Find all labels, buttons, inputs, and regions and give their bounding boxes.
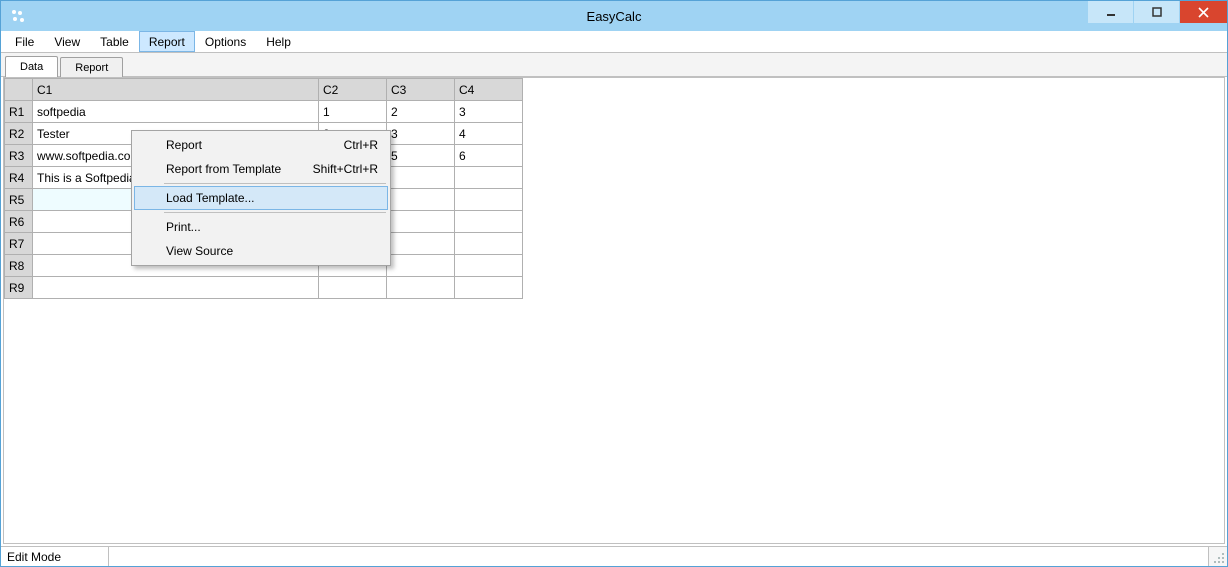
row-header-r1[interactable]: R1 <box>5 101 33 123</box>
cell[interactable] <box>33 277 319 299</box>
col-header-c4[interactable]: C4 <box>455 79 523 101</box>
cell[interactable] <box>387 277 455 299</box>
cell[interactable] <box>387 211 455 233</box>
row-header-r3[interactable]: R3 <box>5 145 33 167</box>
menu-table[interactable]: Table <box>90 31 139 52</box>
menu-item-label: Report <box>166 138 202 152</box>
cell[interactable]: softpedia <box>33 101 319 123</box>
cell[interactable]: 3 <box>387 123 455 145</box>
menu-item-label: View Source <box>166 244 233 258</box>
menu-item-report-from-template[interactable]: Report from Template Shift+Ctrl+R <box>134 157 388 181</box>
row-header-r9[interactable]: R9 <box>5 277 33 299</box>
statusbar: Edit Mode <box>1 546 1227 566</box>
maximize-button[interactable] <box>1133 1 1179 23</box>
menu-view[interactable]: View <box>44 31 90 52</box>
menu-separator <box>164 212 386 213</box>
menu-help[interactable]: Help <box>256 31 301 52</box>
menu-item-label: Report from Template <box>166 162 281 176</box>
app-icon <box>9 7 27 25</box>
menu-item-label: Load Template... <box>166 191 255 205</box>
cell[interactable] <box>455 211 523 233</box>
status-mode: Edit Mode <box>1 547 109 566</box>
cell[interactable] <box>455 233 523 255</box>
menu-item-label: Print... <box>166 220 201 234</box>
cell[interactable] <box>387 167 455 189</box>
cell[interactable]: 6 <box>455 145 523 167</box>
cell[interactable] <box>387 233 455 255</box>
row-header-r7[interactable]: R7 <box>5 233 33 255</box>
tabstrip: DataReport <box>1 53 1227 77</box>
menu-separator <box>164 183 386 184</box>
cell[interactable] <box>387 189 455 211</box>
cell[interactable] <box>319 277 387 299</box>
row-header-r6[interactable]: R6 <box>5 211 33 233</box>
cell[interactable] <box>455 277 523 299</box>
cell[interactable] <box>455 189 523 211</box>
tab-data[interactable]: Data <box>5 56 58 77</box>
report-menu-dropdown[interactable]: Report Ctrl+R Report from Template Shift+Ct… <box>131 130 391 266</box>
row-header-r2[interactable]: R2 <box>5 123 33 145</box>
tab-report[interactable]: Report <box>60 57 123 77</box>
menu-item-report[interactable]: Report Ctrl+R <box>134 133 388 157</box>
col-header-c3[interactable]: C3 <box>387 79 455 101</box>
status-empty <box>109 547 1209 566</box>
menubar: FileViewTableReportOptionsHelp <box>1 31 1227 53</box>
col-header-c1[interactable]: C1 <box>33 79 319 101</box>
menu-item-shortcut: Shift+Ctrl+R <box>313 162 378 176</box>
row-header-r8[interactable]: R8 <box>5 255 33 277</box>
main-area: SOFTPEDIA C1C2C3C4R1softpedia123R2Tester… <box>3 77 1225 544</box>
cell[interactable]: 3 <box>455 101 523 123</box>
cell[interactable] <box>455 255 523 277</box>
window-controls <box>1087 1 1227 23</box>
cell[interactable] <box>387 255 455 277</box>
row-header-r5[interactable]: R5 <box>5 189 33 211</box>
titlebar[interactable]: EasyCalc <box>1 1 1227 31</box>
col-header-c2[interactable]: C2 <box>319 79 387 101</box>
menu-item-print[interactable]: Print... <box>134 215 388 239</box>
grid-corner[interactable] <box>5 79 33 101</box>
menu-item-view-source[interactable]: View Source <box>134 239 388 263</box>
menu-item-load-template[interactable]: Load Template... <box>134 186 388 210</box>
app-window: EasyCalc FileViewTableReportOptionsHelp … <box>0 0 1228 567</box>
cell[interactable]: 1 <box>319 101 387 123</box>
window-title: EasyCalc <box>1 9 1227 24</box>
cell[interactable]: 4 <box>455 123 523 145</box>
menu-options[interactable]: Options <box>195 31 256 52</box>
close-button[interactable] <box>1179 1 1227 23</box>
row-header-r4[interactable]: R4 <box>5 167 33 189</box>
resize-grip[interactable] <box>1209 547 1227 566</box>
menu-item-shortcut: Ctrl+R <box>344 138 378 152</box>
cell[interactable]: 5 <box>387 145 455 167</box>
menu-report[interactable]: Report <box>139 31 195 52</box>
minimize-button[interactable] <box>1087 1 1133 23</box>
cell[interactable]: 2 <box>387 101 455 123</box>
menu-file[interactable]: File <box>5 31 44 52</box>
cell[interactable] <box>455 167 523 189</box>
